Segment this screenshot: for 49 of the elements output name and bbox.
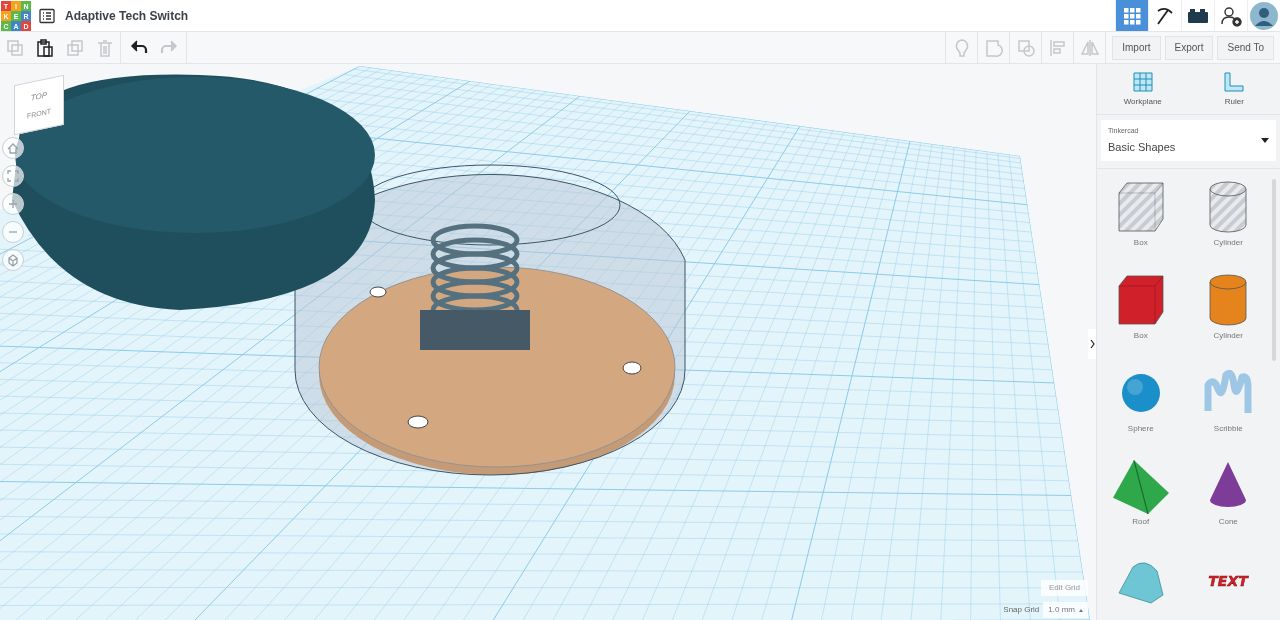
design-title: Adaptive Tech Switch [65, 7, 189, 25]
fit-view-icon [6, 169, 20, 183]
shape-item[interactable]: Cylinder [1184, 272, 1272, 353]
shape-item[interactable]: Sphere [1097, 365, 1185, 446]
grid-plane-icon [1131, 70, 1154, 93]
panel-toggle-button[interactable] [1088, 329, 1096, 359]
home-icon [6, 141, 20, 155]
ruler-icon [1223, 70, 1246, 93]
home-button[interactable] [2, 137, 24, 159]
text-shape-icon: TEXT [1200, 551, 1257, 607]
fit-button[interactable] [2, 165, 24, 187]
snap-grid-label: Snap Grid [1003, 604, 1040, 616]
brick-icon [1188, 8, 1208, 23]
edit-grid-button[interactable]: Edit Grid [1040, 580, 1088, 596]
mirror-icon [1079, 37, 1100, 58]
zoom-in-icon [6, 197, 20, 211]
action-button[interactable]: Send To [1217, 35, 1274, 60]
action-button[interactable]: Import [1112, 35, 1161, 60]
shape-item[interactable]: TEXT [1184, 551, 1272, 620]
trash-icon [95, 37, 115, 58]
caret-icon [1079, 608, 1083, 612]
action-button[interactable]: Export [1164, 35, 1214, 60]
clipboard-icon [35, 37, 55, 58]
duplicate-icon [65, 37, 85, 58]
copy-icon [5, 37, 25, 58]
chevron-icon [1089, 339, 1095, 349]
group-icon [983, 37, 1004, 58]
snap-grid-dropdown[interactable]: 1.0 mm [1043, 602, 1088, 618]
workplane-tool-button[interactable]: Workplane [1097, 64, 1189, 114]
shape-item[interactable]: Box [1097, 179, 1185, 260]
shape-item[interactable]: Box [1097, 272, 1185, 353]
add-user-icon [1220, 4, 1242, 27]
profile-button[interactable] [1247, 0, 1280, 31]
align-icon [1047, 37, 1068, 58]
cube-top-label: TOP [30, 89, 48, 105]
ungroup-icon [1015, 37, 1036, 58]
shape-item[interactable]: Cylinder [1184, 179, 1272, 260]
list-icon[interactable] [39, 7, 55, 24]
shape-item[interactable]: Roof [1097, 458, 1185, 539]
zoom-in-button[interactable] [2, 193, 24, 215]
zoom-out-button[interactable] [2, 221, 24, 243]
grid-icon [1123, 6, 1141, 25]
caret-icon [1261, 138, 1269, 143]
view-mode-button[interactable] [2, 249, 24, 271]
shape-item[interactable]: Scribble [1184, 365, 1272, 446]
avatar-icon [1250, 1, 1278, 30]
ruler-tool-button[interactable]: Ruler [1188, 64, 1280, 114]
cube-icon [6, 253, 20, 267]
shape-item[interactable]: Cone [1184, 458, 1272, 539]
